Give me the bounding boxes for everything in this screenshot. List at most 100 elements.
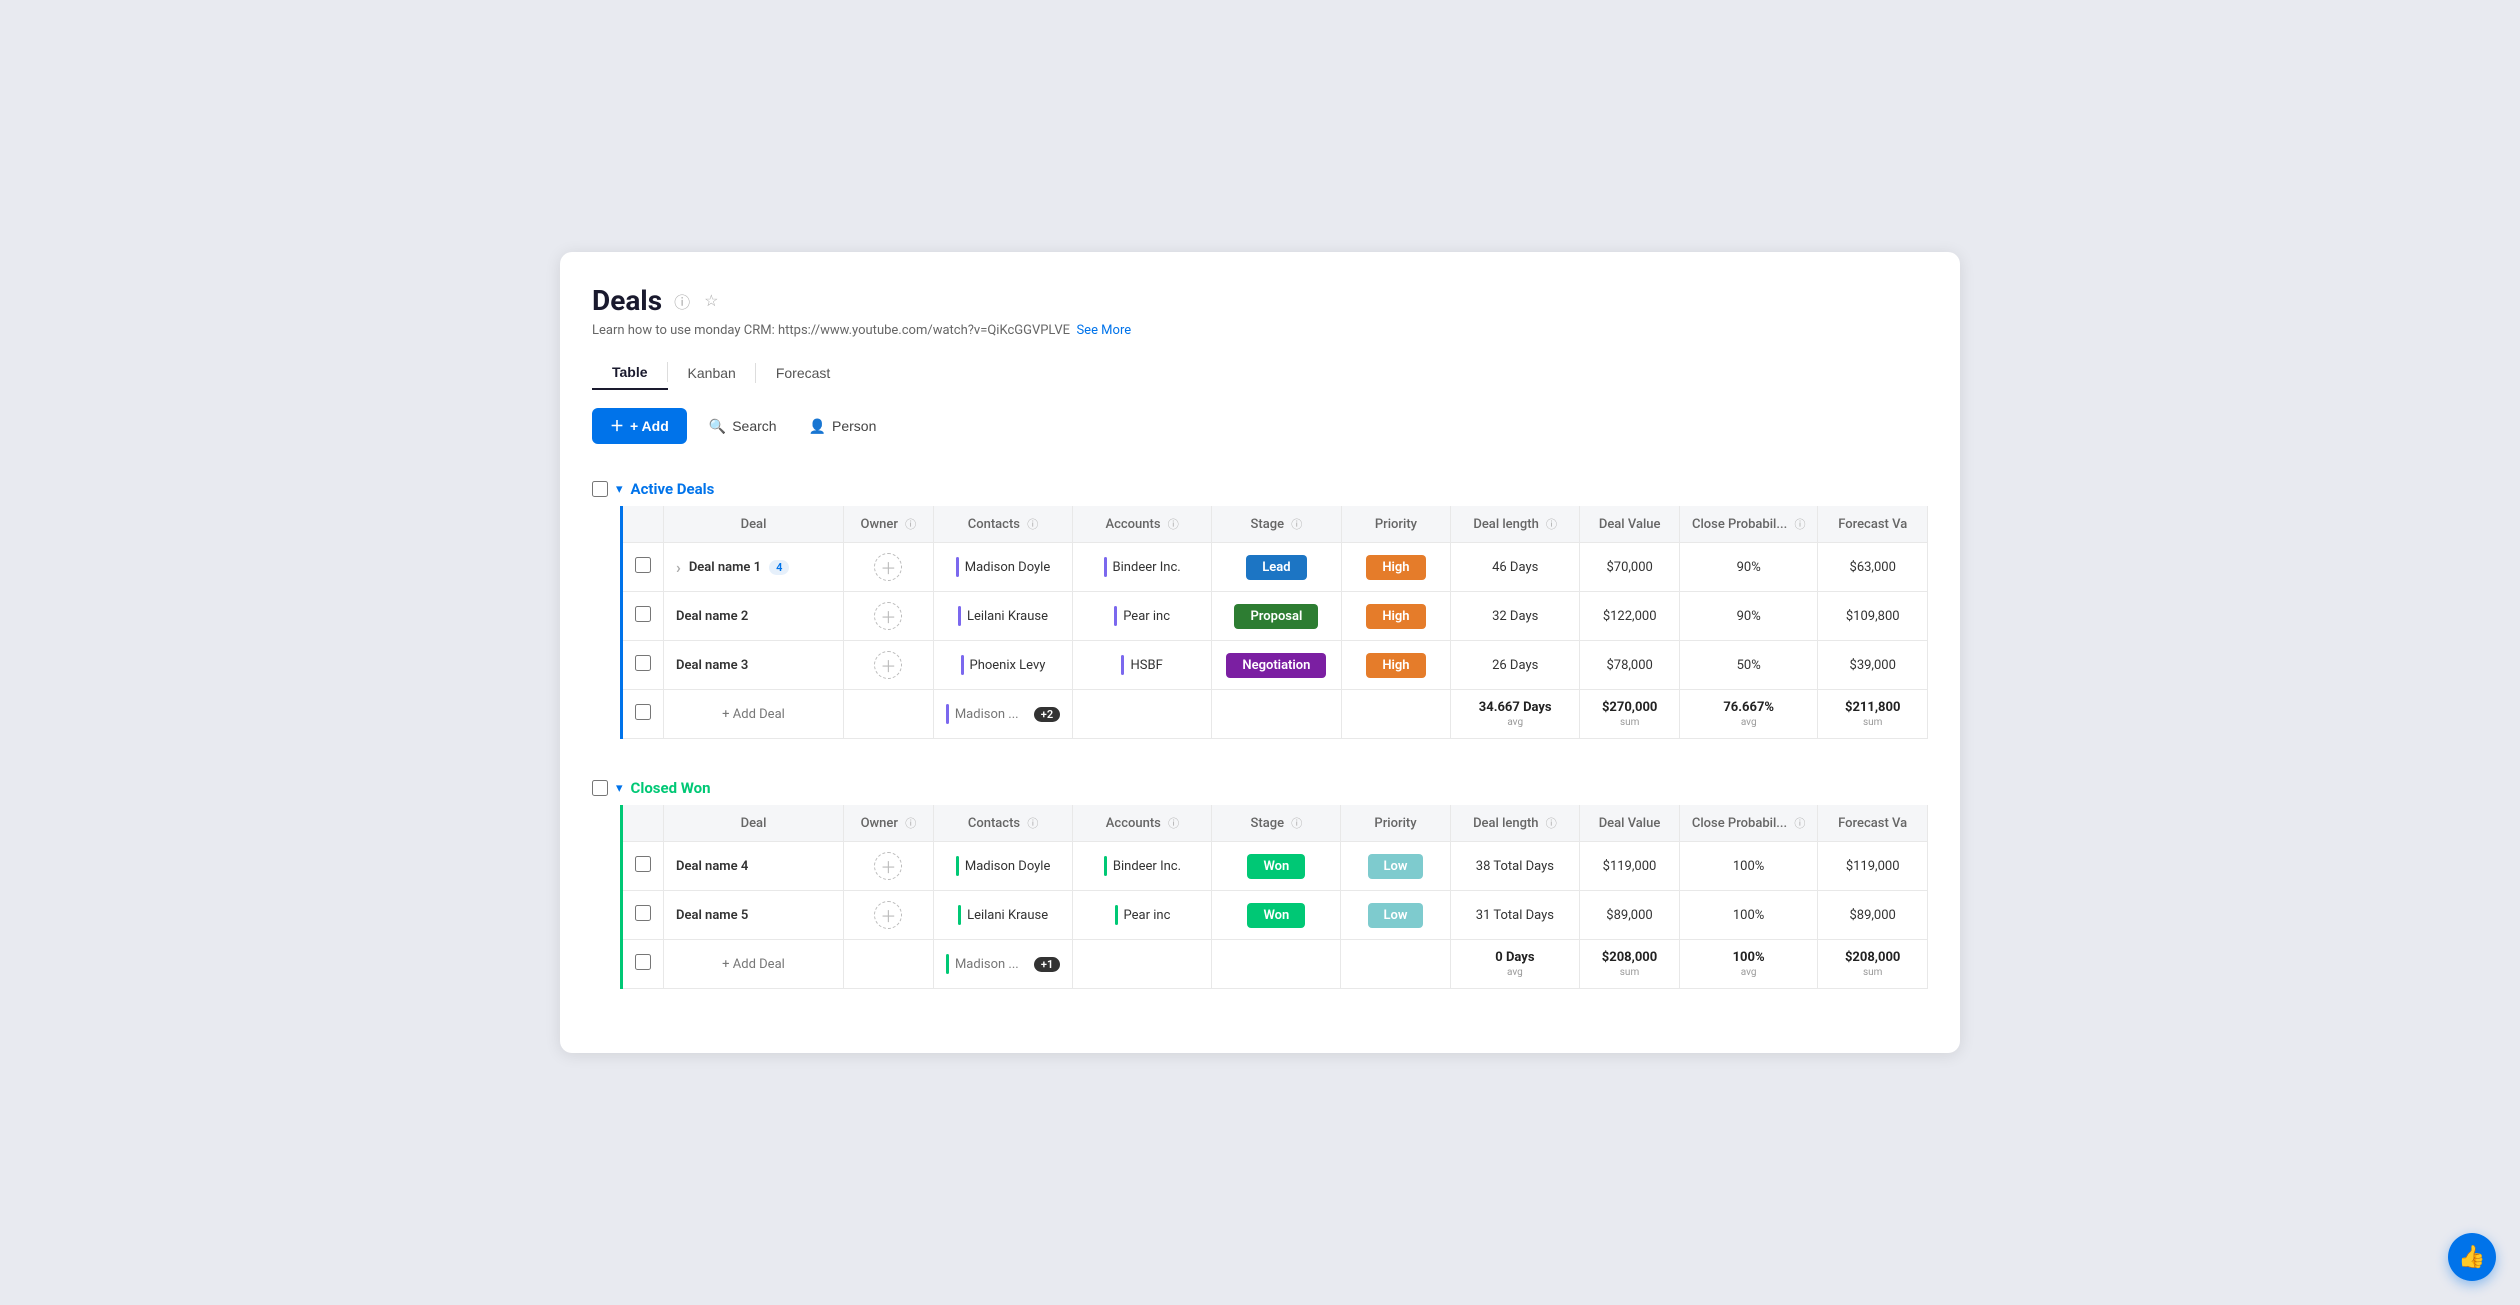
row4-stage-badge[interactable]: Won xyxy=(1247,854,1305,879)
row2-accounts-cell: Pear inc xyxy=(1073,592,1212,641)
row3-contact-bar xyxy=(961,655,964,675)
row3-accounts[interactable]: HSBF xyxy=(1130,658,1162,673)
row2-priority-badge[interactable]: High xyxy=(1366,604,1425,629)
add-deal-close-prob-cell: 76.667% avg xyxy=(1679,690,1817,739)
th-deal-length-active: Deal length ⓘ xyxy=(1451,506,1580,543)
row3-stage-badge[interactable]: Negotiation xyxy=(1226,653,1326,678)
tabs-bar: Table Kanban Forecast xyxy=(592,356,1928,390)
row1-add-owner-icon[interactable]: ＋ xyxy=(874,553,902,581)
cw-add-deal-check-cell xyxy=(623,940,664,989)
row1-deal-name: Deal name 1 xyxy=(689,560,761,575)
see-more-link[interactable]: See More xyxy=(1076,323,1131,338)
page-title-row: Deals ⓘ ☆ xyxy=(592,284,1928,317)
th-priority-closed: Priority xyxy=(1341,805,1450,842)
active-deals-checkbox[interactable] xyxy=(592,481,608,497)
row3-contacts[interactable]: Phoenix Levy xyxy=(970,658,1046,673)
add-deal-length-cell: 34.667 Days avg xyxy=(1451,690,1580,739)
tab-forecast[interactable]: Forecast xyxy=(756,357,850,389)
feedback-button[interactable]: 👍 xyxy=(2448,1233,2496,1281)
row2-add-owner-icon[interactable]: ＋ xyxy=(874,602,902,630)
row1-expand-icon[interactable] xyxy=(676,558,681,577)
info-icon-button[interactable]: ⓘ xyxy=(672,287,692,315)
closed-won-checkbox[interactable] xyxy=(592,780,608,796)
add-deal-contacts-cell: Madison ... +2 xyxy=(933,690,1073,739)
row5-priority-badge[interactable]: Low xyxy=(1368,903,1424,928)
th-priority-active: Priority xyxy=(1341,506,1450,543)
row5-stage-badge[interactable]: Won xyxy=(1247,903,1305,928)
table-row: Deal name 5 ＋ Leilani Krause xyxy=(623,891,1928,940)
th-deal-closed: Deal xyxy=(664,805,844,842)
row2-deal-name: Deal name 2 xyxy=(676,609,748,624)
cw-add-deal-length-cell: 0 Days avg xyxy=(1450,940,1580,989)
row4-contacts[interactable]: Madison Doyle xyxy=(965,859,1051,874)
row2-stage-badge[interactable]: Proposal xyxy=(1234,604,1318,629)
add-deal-checkbox[interactable] xyxy=(635,704,651,720)
th-deal-length-closed: Deal length ⓘ xyxy=(1450,805,1580,842)
table-row: Deal name 3 ＋ Phoenix Levy xyxy=(623,641,1928,690)
add-deal-contacts-preview: Madison ... xyxy=(955,707,1019,722)
row2-contacts[interactable]: Leilani Krause xyxy=(967,609,1048,624)
th-contacts-active: Contacts ⓘ xyxy=(933,506,1073,543)
row5-add-owner-icon[interactable]: ＋ xyxy=(874,901,902,929)
th-accounts-closed: Accounts ⓘ xyxy=(1073,805,1212,842)
row1-priority-badge[interactable]: High xyxy=(1366,555,1425,580)
th-check-closed xyxy=(623,805,664,842)
add-deal-accounts-cell xyxy=(1073,690,1212,739)
closed-won-header: ▾ Closed Won xyxy=(592,771,1928,805)
row3-stage-cell: Negotiation xyxy=(1211,641,1341,690)
cw-summary-deal-length: 0 Days xyxy=(1495,950,1534,965)
row1-priority-cell: High xyxy=(1341,543,1450,592)
row5-checkbox[interactable] xyxy=(635,905,651,921)
row3-check-cell xyxy=(623,641,664,690)
add-label: + Add xyxy=(630,418,669,434)
closed-won-chevron[interactable]: ▾ xyxy=(616,781,623,796)
table-row: Deal name 4 ＋ Madison Doyle xyxy=(623,842,1928,891)
row1-contacts[interactable]: Madison Doyle xyxy=(965,560,1051,575)
stage-info-icon-2: ⓘ xyxy=(1291,817,1302,830)
row5-contacts[interactable]: Leilani Krause xyxy=(967,908,1048,923)
row3-accounts-cell: HSBF xyxy=(1073,641,1212,690)
row1-accounts[interactable]: Bindeer Inc. xyxy=(1113,560,1181,575)
row4-add-owner-icon[interactable]: ＋ xyxy=(874,852,902,880)
add-button[interactable]: ＋ + Add xyxy=(592,408,687,444)
row1-forecast-val-cell: $63,000 xyxy=(1818,543,1928,592)
row4-contact-bar xyxy=(956,856,959,876)
subtitle-text: Learn how to use monday CRM: https://www… xyxy=(592,323,1070,338)
active-summary-deal-value: $270,000 xyxy=(1602,700,1657,715)
row1-checkbox[interactable] xyxy=(635,557,651,573)
row5-check-cell xyxy=(623,891,664,940)
cw-add-deal-accounts-cell xyxy=(1073,940,1212,989)
row3-checkbox[interactable] xyxy=(635,655,651,671)
tab-table[interactable]: Table xyxy=(592,356,668,390)
row2-accounts[interactable]: Pear inc xyxy=(1123,609,1170,624)
row4-close-prob-cell: 100% xyxy=(1679,842,1817,891)
row4-priority-badge[interactable]: Low xyxy=(1368,854,1424,879)
active-deals-header: ▾ Active Deals xyxy=(592,472,1928,506)
row5-accounts[interactable]: Pear inc xyxy=(1124,908,1171,923)
person-button[interactable]: 👤 Person xyxy=(799,412,887,441)
star-icon-button[interactable]: ☆ xyxy=(702,289,720,313)
add-deal-contacts-extra[interactable]: +2 xyxy=(1034,707,1060,722)
add-deal-link[interactable]: + Add Deal xyxy=(722,707,785,722)
active-deals-chevron[interactable]: ▾ xyxy=(616,482,623,497)
row2-checkbox[interactable] xyxy=(635,606,651,622)
row1-deal-cell: Deal name 1 4 xyxy=(664,543,844,592)
active-summary-deal-length-label: avg xyxy=(1507,717,1523,728)
search-button[interactable]: 🔍 Search xyxy=(699,412,787,441)
th-owner-closed: Owner ⓘ xyxy=(844,805,934,842)
row3-priority-badge[interactable]: High xyxy=(1366,653,1425,678)
row4-checkbox[interactable] xyxy=(635,856,651,872)
cw-add-deal-link[interactable]: + Add Deal xyxy=(722,957,785,972)
row3-add-owner-icon[interactable]: ＋ xyxy=(874,651,902,679)
cw-add-deal-contacts-preview: Madison ... xyxy=(955,957,1019,972)
cw-add-deal-checkbox[interactable] xyxy=(635,954,651,970)
row3-contacts-cell: Phoenix Levy xyxy=(933,641,1073,690)
tab-kanban[interactable]: Kanban xyxy=(668,357,756,389)
th-stage-active: Stage ⓘ xyxy=(1211,506,1341,543)
row1-stage-badge[interactable]: Lead xyxy=(1246,555,1306,580)
cw-add-deal-contacts-extra[interactable]: +1 xyxy=(1034,957,1060,972)
add-deal-owner-cell xyxy=(844,690,934,739)
cw-add-deal-value-cell: $208,000 sum xyxy=(1580,940,1680,989)
row3-deal-length-cell: 26 Days xyxy=(1451,641,1580,690)
row4-accounts[interactable]: Bindeer Inc. xyxy=(1113,859,1181,874)
